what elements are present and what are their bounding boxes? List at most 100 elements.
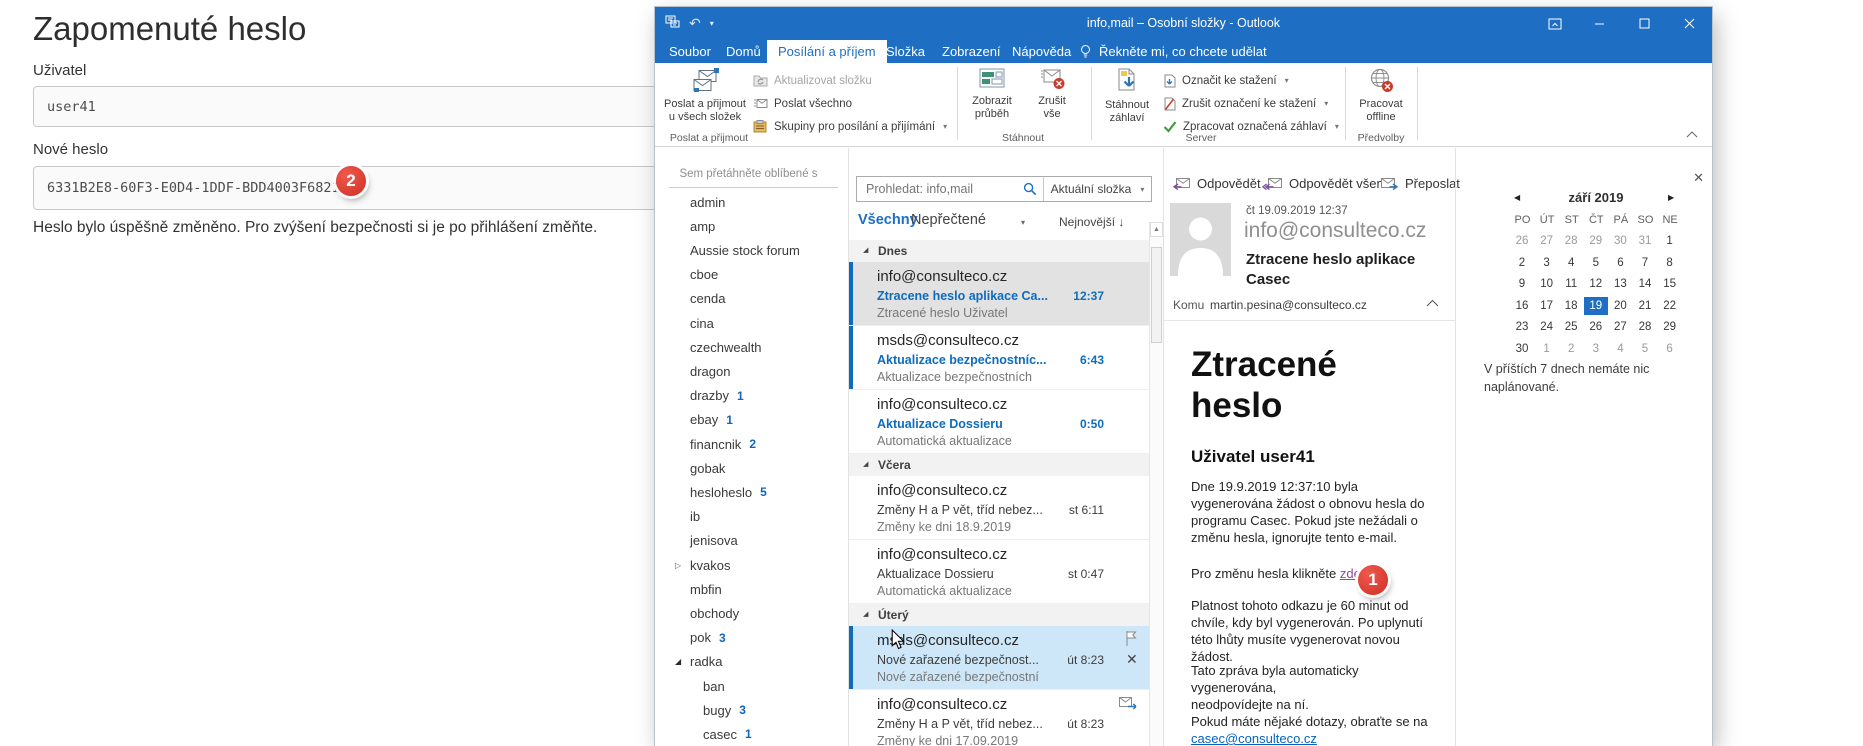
calendar-day[interactable]: 15 (1658, 275, 1682, 293)
send-receive-groups-button[interactable]: Skupiny pro posílání a přijímání ▾ (753, 116, 947, 137)
support-email-link[interactable]: casec@consulteco.cz (1191, 731, 1317, 746)
folder-item[interactable]: drazby 1 (655, 384, 848, 408)
calendar-day[interactable]: 3 (1584, 340, 1608, 358)
next-month-icon[interactable]: ▶ (1668, 193, 1674, 202)
calendar-day[interactable]: 11 (1559, 275, 1583, 293)
username-field[interactable] (33, 86, 678, 127)
calendar-day[interactable]: 13 (1608, 275, 1632, 293)
reply-button[interactable]: Odpovědět (1172, 170, 1261, 196)
folder-item[interactable]: jenisova (655, 529, 848, 553)
folder-item[interactable]: bugy 3 (655, 698, 848, 722)
tell-me-box[interactable]: Řekněte mi, co chcete udělat (1079, 40, 1267, 63)
close-icon[interactable] (1667, 7, 1712, 40)
folder-item[interactable]: ebay 1 (655, 408, 848, 432)
folder-item[interactable]: hesloheslo 5 (655, 480, 848, 504)
mail-group-header[interactable]: ◢ Úterý (849, 604, 1149, 626)
collapse-group-icon[interactable]: ◢ (863, 240, 868, 262)
undo-icon[interactable]: ↶ (689, 15, 701, 32)
calendar-day[interactable]: 22 (1658, 297, 1682, 315)
calendar-day[interactable]: 14 (1633, 275, 1657, 293)
folder-item[interactable]: casec 1 (655, 722, 848, 746)
qat-customize-icon[interactable]: ▾ (710, 19, 714, 28)
expand-folder-icon[interactable]: ▷ (675, 561, 681, 570)
scroll-up-icon[interactable]: ▲ (1150, 222, 1163, 237)
message-from[interactable]: info@consulteco.cz (1244, 219, 1426, 243)
folder-item[interactable]: cina (655, 311, 848, 335)
mail-item[interactable]: info@consulteco.cz Aktualizace Dossieru st… (849, 540, 1149, 604)
calendar-day[interactable]: 30 (1608, 232, 1632, 250)
forward-button[interactable]: Přeposlat (1380, 170, 1460, 196)
tab-zobrazeni[interactable]: Zobrazení (931, 40, 1012, 63)
folder-item[interactable]: czechwealth (655, 335, 848, 359)
calendar-day[interactable]: 1 (1658, 232, 1682, 250)
mail-group-header[interactable]: ◢ Včera (849, 454, 1149, 476)
calendar-day[interactable]: 16 (1510, 297, 1534, 315)
folder-item[interactable]: cboe (655, 263, 848, 287)
calendar-day[interactable]: 2 (1510, 254, 1534, 272)
calendar-day[interactable]: 30 (1510, 340, 1534, 358)
calendar-day[interactable]: 19 (1583, 296, 1608, 315)
maximize-icon[interactable] (1622, 7, 1667, 40)
calendar-day[interactable]: 31 (1633, 232, 1657, 250)
cancel-all-button[interactable]: Zrušit vše (1025, 66, 1079, 132)
folder-item[interactable]: gobak (655, 456, 848, 480)
calendar-day[interactable]: 17 (1535, 297, 1559, 315)
download-headers-button[interactable]: Stáhnout záhlaví (1097, 66, 1157, 132)
mail-item[interactable]: info@consulteco.cz Ztracene heslo aplikac… (849, 262, 1149, 326)
folder-item[interactable]: pok 3 (655, 626, 848, 650)
folder-item[interactable]: cenda (655, 287, 848, 311)
calendar-day[interactable]: 9 (1510, 275, 1534, 293)
calendar-day[interactable]: 1 (1535, 340, 1559, 358)
calendar-day[interactable]: 4 (1608, 340, 1632, 358)
folder-item[interactable]: ib (655, 505, 848, 529)
collapse-group-icon[interactable]: ◢ (863, 454, 868, 476)
calendar-day[interactable]: 29 (1584, 232, 1608, 250)
send-all-button[interactable]: Poslat všechno (753, 93, 852, 114)
calendar-day[interactable]: 5 (1584, 254, 1608, 272)
calendar-day[interactable]: 26 (1510, 232, 1534, 250)
calendar-day[interactable]: 12 (1584, 275, 1608, 293)
folder-item[interactable]: admin (655, 190, 848, 214)
calendar-day[interactable]: 8 (1658, 254, 1682, 272)
folder-item[interactable]: ◢ radka (655, 650, 848, 674)
tab-domu[interactable]: Domů (715, 40, 772, 63)
calendar-day[interactable]: 7 (1633, 254, 1657, 272)
tab-slozka[interactable]: Složka (875, 40, 936, 63)
collapse-ribbon-icon[interactable] (1686, 129, 1698, 141)
show-progress-button[interactable]: Zobrazit průběh (963, 66, 1021, 132)
calendar-day[interactable]: 18 (1559, 297, 1583, 315)
folder-item[interactable]: mbfin (655, 577, 848, 601)
update-folder-button[interactable]: Aktualizovat složku (753, 70, 872, 91)
scroll-thumb[interactable] (1151, 247, 1162, 343)
calendar-day[interactable]: 21 (1633, 297, 1657, 315)
calendar-day[interactable]: 24 (1535, 318, 1559, 336)
calendar-day[interactable]: 28 (1559, 232, 1583, 250)
calendar-day[interactable]: 26 (1584, 318, 1608, 336)
send-receive-icon[interactable] (665, 15, 680, 33)
mail-item[interactable]: msds@consulteco.cz Aktualizace bezpečnost… (849, 326, 1149, 390)
send-receive-all-button[interactable]: Poslat a přijmout u všech složek (661, 66, 749, 132)
mail-item[interactable]: info@consulteco.cz Změny H a P vět, tříd … (849, 690, 1149, 746)
minimize-icon[interactable] (1577, 7, 1622, 40)
calendar-day[interactable]: 2 (1559, 340, 1583, 358)
to-recipient[interactable]: martin.pesina@consulteco.cz (1210, 298, 1367, 312)
close-peek-icon[interactable]: ✕ (1693, 170, 1704, 186)
work-offline-button[interactable]: Pracovat offline (1351, 66, 1411, 132)
collapse-folder-icon[interactable]: ◢ (675, 657, 681, 666)
calendar-day[interactable]: 3 (1535, 254, 1559, 272)
mail-item[interactable]: info@consulteco.cz Aktualizace Dossieru 0:… (849, 390, 1149, 454)
calendar-day[interactable]: 28 (1633, 318, 1657, 336)
folder-item[interactable]: financnik 2 (655, 432, 848, 456)
calendar-day[interactable]: 23 (1510, 318, 1534, 336)
folder-item[interactable]: ▷ kvakos (655, 553, 848, 577)
mark-to-download-button[interactable]: Označit ke stažení ▾ (1163, 70, 1289, 91)
folder-item[interactable]: obchody (655, 601, 848, 625)
calendar-day[interactable]: 6 (1608, 254, 1632, 272)
delete-icon[interactable]: ✕ (1126, 651, 1138, 668)
calendar-day[interactable]: 27 (1608, 318, 1632, 336)
calendar-day[interactable]: 27 (1535, 232, 1559, 250)
unmark-download-button[interactable]: Zrušit označení ke stažení ▾ (1163, 93, 1328, 114)
folder-item[interactable]: ban (655, 674, 848, 698)
tab-napoveda[interactable]: Nápověda (1001, 40, 1082, 63)
collapse-group-icon[interactable]: ◢ (863, 604, 868, 626)
